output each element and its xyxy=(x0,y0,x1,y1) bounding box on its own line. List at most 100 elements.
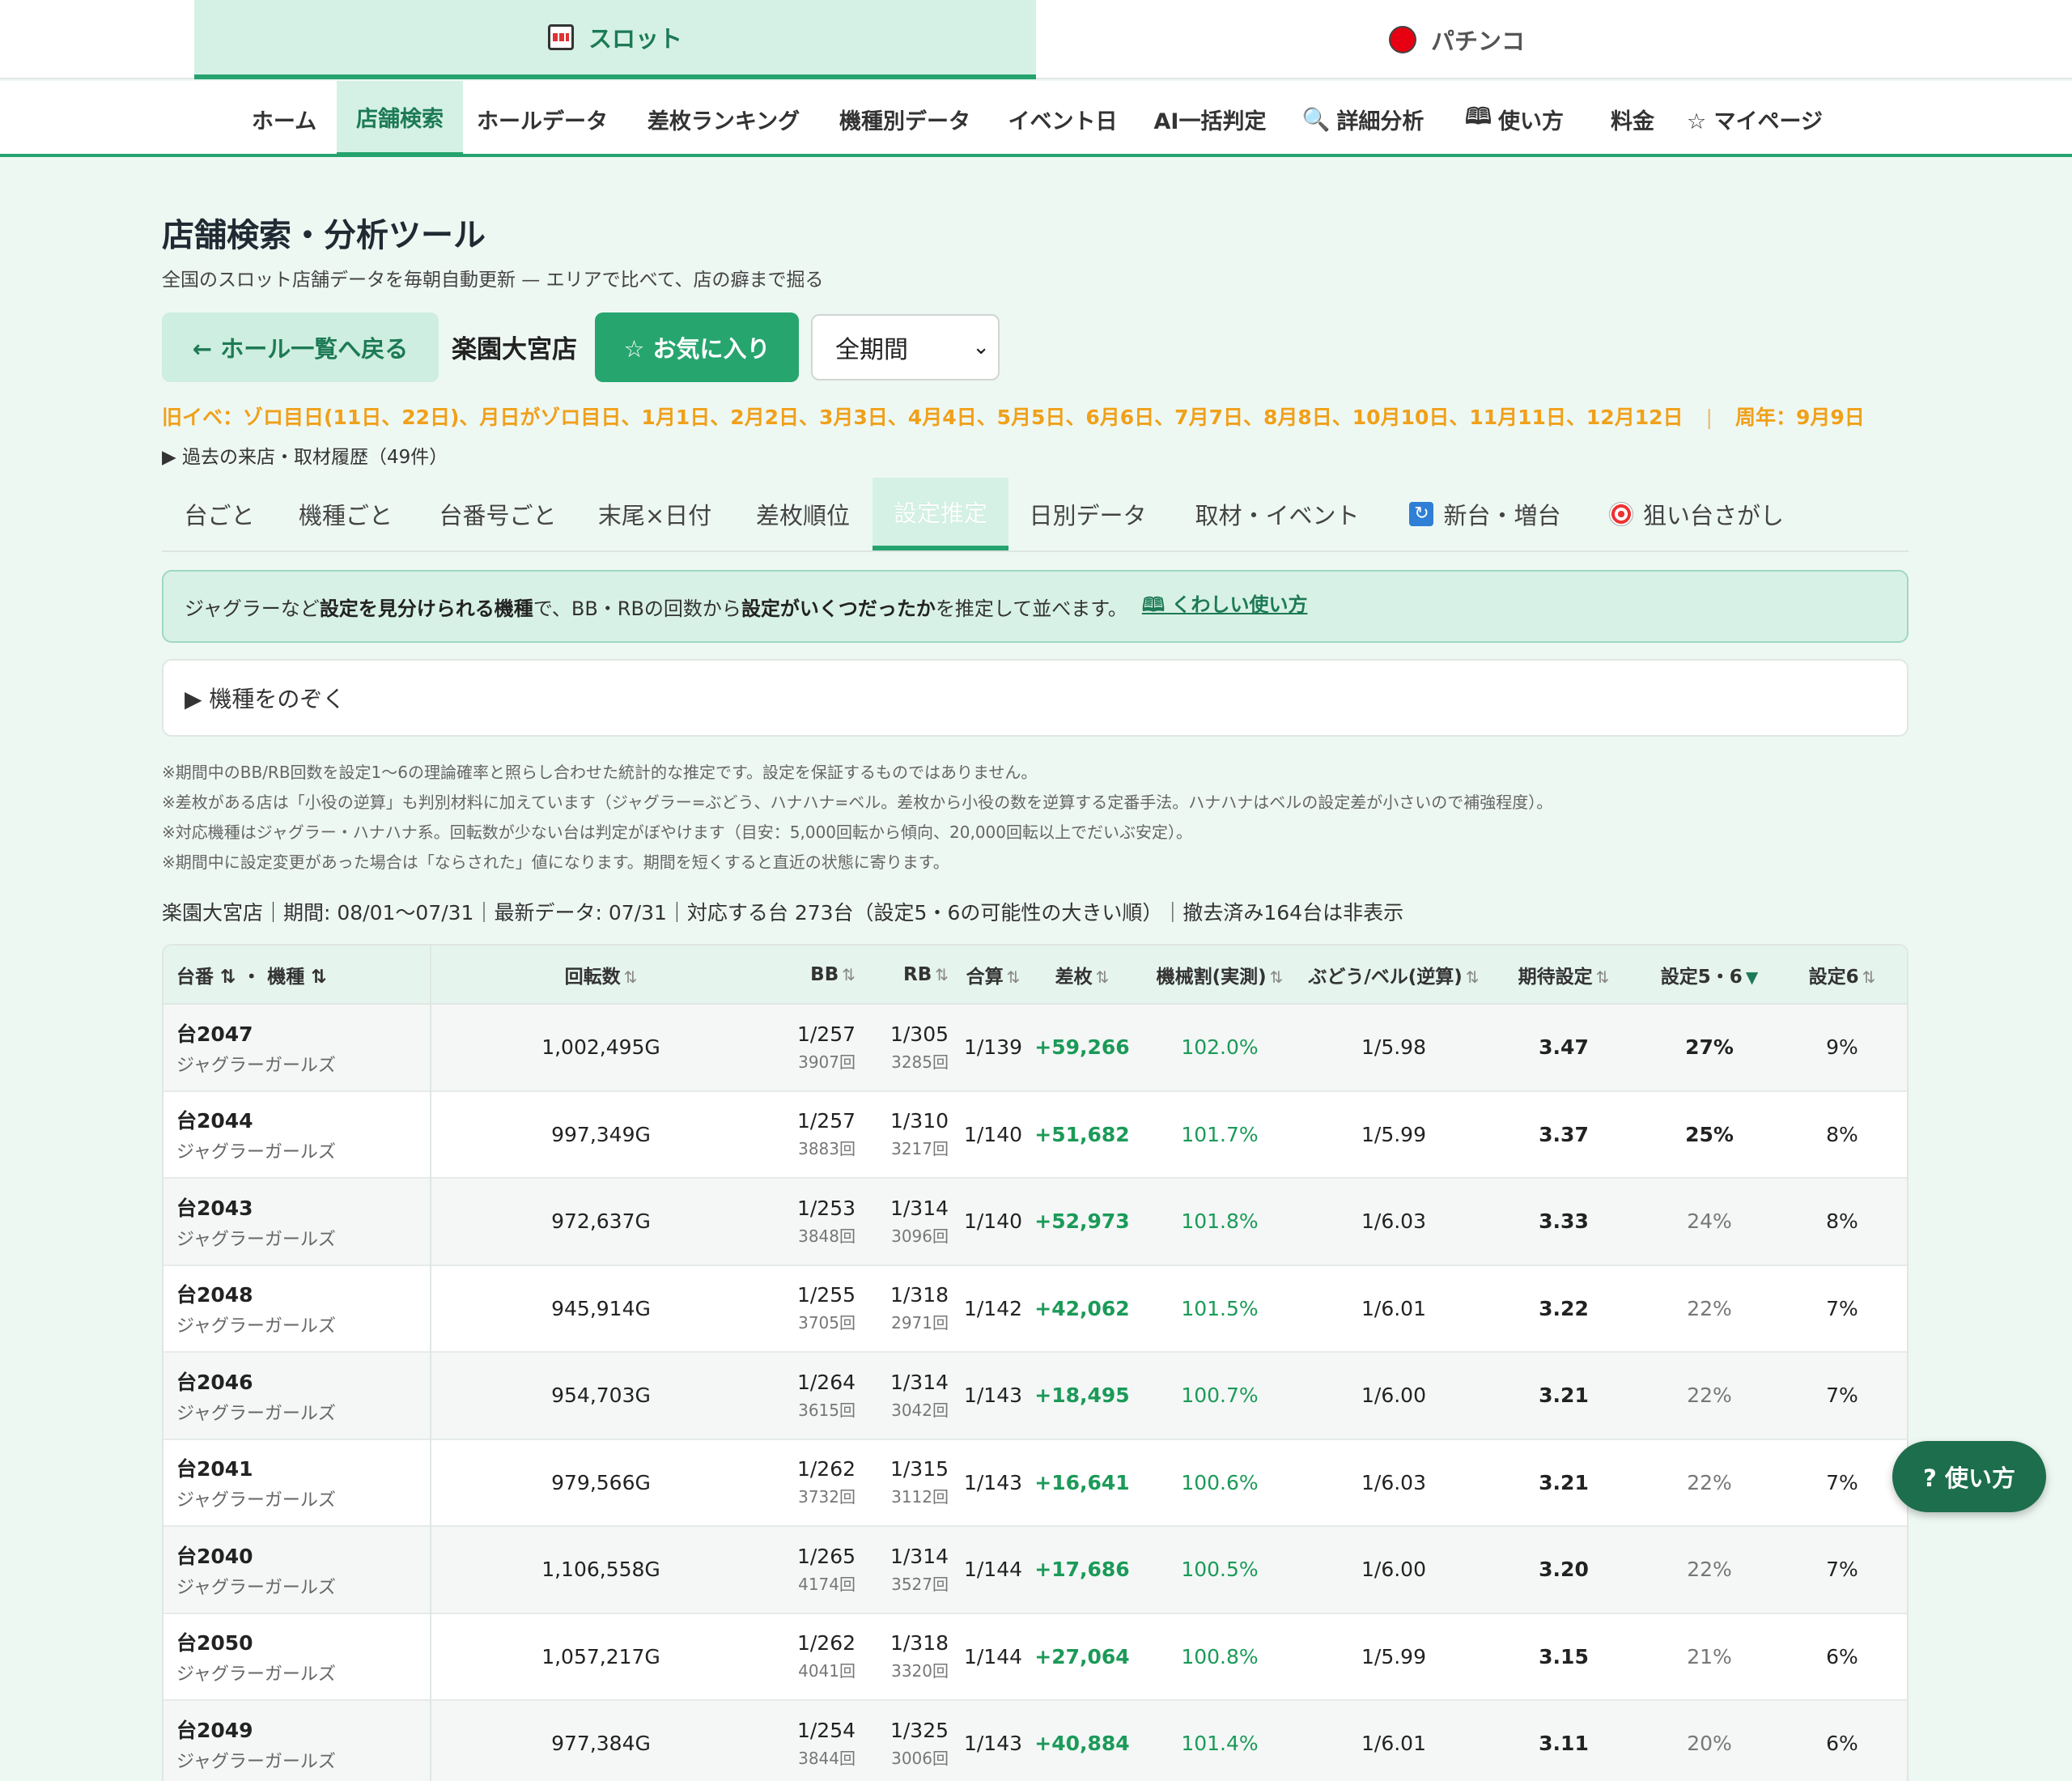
nav-detail-analysis[interactable]: 🔍 詳細分析 xyxy=(1298,81,1428,157)
cell-rb: 1/310 3217回 xyxy=(864,1091,957,1179)
table-row[interactable]: 台2041 ジャグラーガールズ 979,566G 1/262 3732回 1/315 311… xyxy=(163,1439,1907,1526)
col-header-spins[interactable]: 回転数 ⇅ xyxy=(431,946,771,1005)
cell-grape: 1/6.00 xyxy=(1361,1384,1426,1408)
bb-prob: 1/257 xyxy=(796,1022,856,1046)
table-row[interactable]: 台2040 ジャグラーガールズ 1,106,558G 1/265 4174回 1/314 3… xyxy=(163,1526,1907,1613)
cell-s6: 8% xyxy=(1826,1209,1858,1234)
tab-target-search[interactable]: 狙い台さがし xyxy=(1601,478,1792,550)
cell-s6: 8% xyxy=(1826,1122,1858,1146)
cell-s56: 25% xyxy=(1685,1122,1734,1146)
cell-total: 1/140 xyxy=(963,1209,1023,1234)
tab-per-unit[interactable]: 台ごと xyxy=(162,478,277,550)
col-header-name[interactable]: 台番 ⇅ ・ 機種 ⇅ xyxy=(163,946,431,1005)
table-row[interactable]: 台2047 ジャグラーガールズ 1,002,495G 1/257 3907回 1/305 3… xyxy=(163,1004,1907,1091)
table-row[interactable]: 台2044 ジャグラーガールズ 997,349G 1/257 3883回 1/310 321… xyxy=(163,1090,1907,1179)
machine-name: ジャグラーガールズ xyxy=(176,1229,336,1250)
info-bold-2: 設定がいくつだったか xyxy=(741,597,936,620)
nav-how-to[interactable]: 🕮 使い方 xyxy=(1462,81,1567,157)
cell-rb: 1/314 3527回 xyxy=(864,1526,957,1613)
help-floating-button[interactable]: ? 使い方 xyxy=(1892,1441,2046,1512)
page-title: 店舗検索・分析ツール xyxy=(162,217,486,254)
cell-s56: 22% xyxy=(1687,1558,1732,1582)
nav-shop-search[interactable]: 店舗検索 xyxy=(337,81,463,157)
bb-prob: 1/253 xyxy=(796,1196,856,1220)
nav-event-day[interactable]: イベント日 xyxy=(1004,81,1122,157)
tab-per-unit-label: 台ごと xyxy=(184,502,255,529)
exclude-machines-toggle[interactable]: ▶ 機種をのぞく xyxy=(162,659,1909,737)
bb-count: 4041回 xyxy=(798,1661,856,1681)
note-line: ※対応機種はジャグラー・ハナハナ系。回転数が少ない台は判定がぼやけます（目安：5… xyxy=(162,822,1192,842)
table-row[interactable]: 台2046 ジャグラーガールズ 954,703G 1/264 3615回 1/314 304… xyxy=(163,1352,1907,1439)
cell-rb: 1/318 3320回 xyxy=(864,1613,957,1701)
visit-history-toggle[interactable]: ▶ 過去の来店・取材履歴（49件） xyxy=(162,441,448,469)
tab-pachinko[interactable]: パチンコ xyxy=(1036,0,1878,79)
col-header-total-label: 合算 xyxy=(966,966,1004,988)
table-row[interactable]: 台2048 ジャグラーガールズ 945,914G 1/255 3705回 1/318 297… xyxy=(163,1265,1907,1352)
info-bold-1: 設定を見分けられる機種 xyxy=(319,597,533,620)
table-row[interactable]: 台2043 ジャグラーガールズ 972,637G 1/253 3848回 1/314 309… xyxy=(163,1178,1907,1265)
tab-setting-estimate-label: 設定推定 xyxy=(893,499,987,527)
tab-suffix-date[interactable]: 末尾×日付 xyxy=(588,478,722,550)
cell-spins: 1,002,495G xyxy=(541,1035,660,1060)
nav-mypage[interactable]: ☆ マイページ xyxy=(1684,81,1826,157)
nav-ai-judge[interactable]: AI一括判定 xyxy=(1149,81,1271,157)
tab-slot[interactable]: スロット xyxy=(194,0,1036,79)
rb-count: 3285回 xyxy=(891,1052,949,1072)
tab-suffix-date-label: 末尾×日付 xyxy=(597,502,712,529)
unit-number: 台2048 xyxy=(176,1283,253,1307)
cell-spins: 1,106,558G xyxy=(541,1558,660,1582)
cell-spins: 979,566G xyxy=(551,1470,651,1494)
back-to-hall-list-button[interactable]: ← ホール一覧へ戻る xyxy=(162,312,439,382)
tab-coverage-event[interactable]: 取材・イベント xyxy=(1190,478,1365,550)
nav-home[interactable]: ホーム xyxy=(240,81,329,157)
tab-slot-label: スロット xyxy=(588,25,682,53)
col-header-rb[interactable]: RB ⇅ xyxy=(864,946,957,1005)
rb-count: 3217回 xyxy=(891,1139,949,1159)
note-line: ※期間中に設定変更があった場合は「ならされた」値になります。期間を短くすると直近… xyxy=(162,852,949,872)
col-header-total[interactable]: 合算 ⇅ xyxy=(957,946,1030,1005)
cell-expected: 3.21 xyxy=(1539,1470,1589,1494)
tab-per-machine[interactable]: 機種ごと xyxy=(282,478,410,550)
cell-s56: 22% xyxy=(1687,1384,1732,1408)
nav-pricing[interactable]: 料金 xyxy=(1596,81,1669,157)
nav-machine-data[interactable]: 機種別データ xyxy=(834,81,976,157)
col-header-bb[interactable]: BB ⇅ xyxy=(771,946,864,1005)
cell-unit: 台2041 ジャグラーガールズ xyxy=(163,1439,431,1526)
favorite-button[interactable]: ☆ お気に入り xyxy=(595,312,799,382)
magnifier-icon: 🔍 xyxy=(1301,105,1331,133)
how-to-link[interactable]: 🕮 くわしい使い方 xyxy=(1142,589,1308,624)
tab-diff-rank[interactable]: 差枚順位 xyxy=(743,478,863,550)
tab-setting-estimate[interactable]: 設定推定 xyxy=(873,478,1008,550)
cell-spins: 954,703G xyxy=(551,1384,651,1408)
old-event-text: 旧イベ：ゾロ目日(11日、22日)、月日がゾロ目日、1月1日、2月2日、3月3日… xyxy=(162,406,1684,429)
page-subtitle: 全国のスロット店舗データを毎朝自動更新 — エリアで比べて、店の癖まで掘る xyxy=(162,270,824,291)
cell-grape: 1/5.99 xyxy=(1361,1122,1426,1146)
analysis-tabs: 台ごと 機種ごと 台番号ごと 末尾×日付 差枚順位 設定推定 日別データ 取材・… xyxy=(162,478,1909,552)
table-row[interactable]: 台2049 ジャグラーガールズ 977,384G 1/254 3844回 1/325 300… xyxy=(163,1700,1907,1781)
event-days: 旧イベ：ゾロ目日(11日、22日)、月日がゾロ目日、1月1日、2月2日、3月3日… xyxy=(162,402,1865,431)
bb-prob: 1/265 xyxy=(796,1544,856,1568)
unit-number: 台2047 xyxy=(176,1022,253,1046)
col-header-diff[interactable]: 差枚 ⇅ xyxy=(1030,946,1135,1005)
col-header-grape[interactable]: ぶどう/ベル(逆算) ⇅ xyxy=(1305,946,1483,1005)
table-row[interactable]: 台2050 ジャグラーガールズ 1,057,217G 1/262 4041回 1/318 3… xyxy=(163,1613,1907,1701)
target-icon xyxy=(1608,502,1633,526)
rb-prob: 1/314 xyxy=(890,1196,949,1220)
cell-expected: 3.33 xyxy=(1539,1209,1589,1234)
period-select[interactable]: 全期間 ⌄ xyxy=(811,314,1000,380)
col-header-s56[interactable]: 設定5・6 ▼ xyxy=(1645,946,1774,1005)
tab-new-machines[interactable]: ↻ 新台・増台 xyxy=(1399,478,1572,550)
notes: ※期間中のBB/RB回数を設定1〜6の理論確率と照らし合わせた統計的な推定です。… xyxy=(162,758,1552,878)
machine-name: ジャグラーガールズ xyxy=(176,1751,336,1772)
nav-hall-data[interactable]: ホールデータ xyxy=(471,81,614,157)
nav-diff-ranking[interactable]: 差枚ランキング xyxy=(643,81,805,157)
col-header-rate[interactable]: 機械割(実測) ⇅ xyxy=(1135,946,1305,1005)
tab-daily-data[interactable]: 日別データ xyxy=(1020,478,1156,550)
main-nav: ホーム 店舗検索 ホールデータ 差枚ランキング 機種別データ イベント日 AI一… xyxy=(0,81,2072,157)
col-header-s6[interactable]: 設定6 ⇅ xyxy=(1774,946,1907,1005)
machine-name: ジャグラーガールズ xyxy=(176,1490,336,1511)
col-header-expected[interactable]: 期待設定 ⇅ xyxy=(1483,946,1645,1005)
rb-prob: 1/318 xyxy=(890,1283,949,1307)
tab-per-unit-number[interactable]: 台番号ごと xyxy=(419,478,576,550)
nav-event-day-label: イベント日 xyxy=(1008,108,1118,134)
